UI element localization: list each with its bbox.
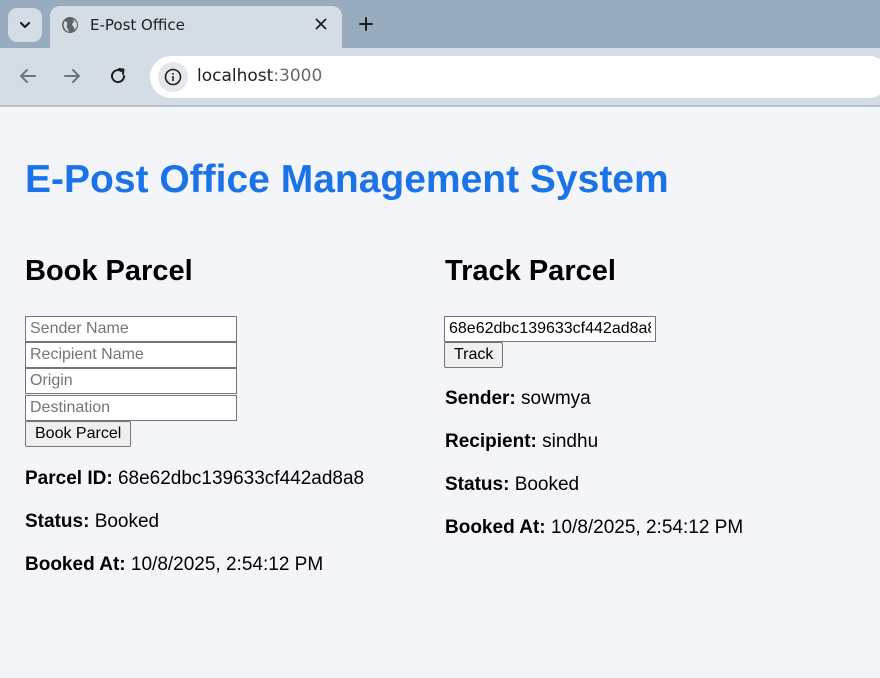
track-recipient-value: sindhu bbox=[542, 431, 599, 452]
track-status-value: Booked bbox=[514, 474, 580, 495]
track-sender-value: sowmya bbox=[521, 388, 591, 409]
track-booked-at-label: Booked At: bbox=[445, 517, 546, 538]
origin-input[interactable] bbox=[25, 368, 237, 394]
book-status-line: Status: Booked bbox=[25, 511, 159, 533]
track-booked-at-line: Booked At: 10/8/2025, 2:54:12 PM bbox=[445, 517, 743, 539]
track-recipient-line: Recipient: sindhu bbox=[445, 431, 598, 453]
chevron-down-icon bbox=[19, 21, 31, 29]
parcel-id-line: Parcel ID: 68e62dbc139633cf442ad8a8 bbox=[25, 468, 364, 490]
tab-title: E-Post Office bbox=[90, 16, 185, 34]
recipient-name-input[interactable] bbox=[25, 342, 237, 368]
arrow-left-icon bbox=[20, 69, 36, 83]
close-icon bbox=[315, 18, 327, 30]
back-button[interactable] bbox=[16, 64, 40, 88]
plus-icon bbox=[359, 17, 373, 31]
reload-icon bbox=[111, 68, 126, 84]
info-icon bbox=[164, 68, 182, 86]
browser-tabstrip: E-Post Office bbox=[0, 0, 880, 48]
parcel-id-value: 68e62dbc139633cf442ad8a8 bbox=[117, 468, 365, 489]
book-parcel-heading: Book Parcel bbox=[25, 255, 193, 287]
book-status-label: Status: bbox=[25, 511, 90, 532]
book-status-value: Booked bbox=[94, 511, 160, 532]
book-booked-at-label: Booked At: bbox=[25, 554, 126, 575]
track-status-line: Status: Booked bbox=[445, 474, 579, 496]
track-status-label: Status: bbox=[445, 474, 510, 495]
tab-search-button[interactable] bbox=[8, 8, 42, 42]
track-recipient-label: Recipient: bbox=[445, 431, 537, 452]
book-parcel-button[interactable]: Book Parcel bbox=[25, 421, 132, 447]
track-sender-label: Sender: bbox=[445, 388, 516, 409]
browser-toolbar: localhost:3000 bbox=[0, 48, 880, 106]
sender-name-input[interactable] bbox=[25, 316, 237, 342]
destination-input[interactable] bbox=[25, 395, 237, 421]
page-title: E-Post Office Management System bbox=[25, 158, 669, 201]
site-info-button[interactable] bbox=[158, 62, 188, 92]
new-tab-button[interactable] bbox=[356, 14, 376, 34]
arrow-right-icon bbox=[64, 69, 80, 83]
track-sender-line: Sender: sowmya bbox=[445, 388, 591, 410]
address-bar[interactable]: localhost:3000 bbox=[150, 56, 880, 98]
forward-button[interactable] bbox=[60, 64, 84, 88]
toolbar-divider bbox=[0, 105, 880, 107]
book-booked-at-value: 10/8/2025, 2:54:12 PM bbox=[130, 554, 324, 575]
book-booked-at-line: Booked At: 10/8/2025, 2:54:12 PM bbox=[25, 554, 323, 576]
track-booked-at-value: 10/8/2025, 2:54:12 PM bbox=[550, 517, 744, 538]
track-parcel-id-input[interactable] bbox=[444, 316, 656, 342]
url-host: localhost bbox=[197, 66, 274, 86]
tab-close-button[interactable] bbox=[312, 15, 330, 33]
track-parcel-heading: Track Parcel bbox=[445, 255, 616, 287]
reload-button[interactable] bbox=[106, 64, 130, 88]
browser-tab-active[interactable]: E-Post Office bbox=[50, 6, 342, 48]
url-port: :3000 bbox=[273, 66, 323, 86]
url-text[interactable]: localhost:3000 bbox=[197, 66, 322, 86]
parcel-id-label: Parcel ID: bbox=[25, 468, 113, 489]
track-button[interactable]: Track bbox=[444, 342, 504, 368]
globe-icon bbox=[62, 17, 78, 33]
